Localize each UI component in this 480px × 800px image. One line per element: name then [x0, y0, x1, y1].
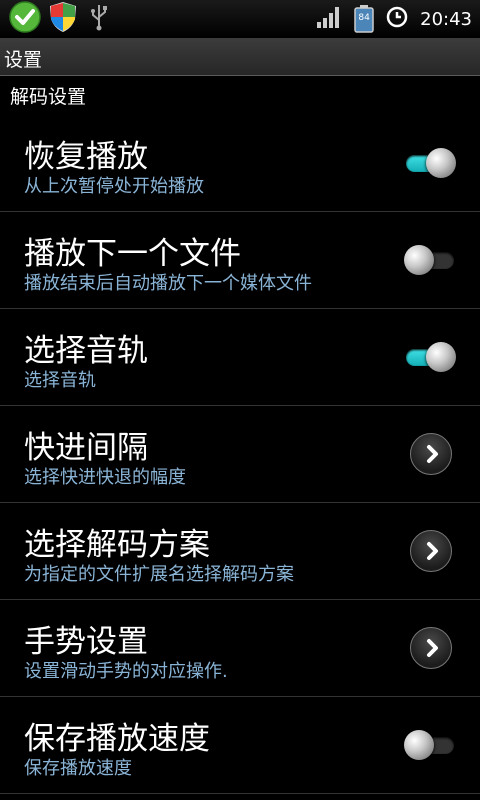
- preference-summary: 设置滑动手势的对应操作.: [24, 661, 228, 682]
- preference-item[interactable]: 恢复播放 从上次暂停处开始播放: [0, 115, 480, 212]
- preference-title: 手势设置: [24, 624, 148, 660]
- system-icons: 84 20:43: [316, 2, 472, 36]
- title-bar: 设置: [0, 38, 480, 76]
- chevron-right-icon[interactable]: [410, 627, 452, 669]
- status-time: 20:43: [420, 8, 472, 30]
- toggle-switch[interactable]: [404, 148, 456, 178]
- preference-item[interactable]: 保存播放速度 保存播放速度: [0, 697, 480, 794]
- preference-item[interactable]: 选择解码方案 为指定的文件扩展名选择解码方案: [0, 503, 480, 600]
- check-circle-icon: [8, 0, 42, 38]
- toggle-knob: [404, 730, 434, 760]
- clock-icon: [386, 6, 408, 32]
- preference-item[interactable]: 播放下一个文件 播放结束后自动播放下一个媒体文件: [0, 212, 480, 309]
- toggle-knob: [404, 245, 434, 275]
- preference-item[interactable]: 快进间隔 选择快进快退的幅度: [0, 406, 480, 503]
- notification-icons: [8, 0, 114, 38]
- preference-item[interactable]: 选择音轨 选择音轨: [0, 309, 480, 406]
- status-bar: 84 20:43: [0, 0, 480, 38]
- page-title: 设置: [4, 49, 43, 71]
- preference-summary: 保存播放速度: [24, 758, 132, 779]
- battery-icon: 84: [354, 5, 374, 33]
- preference-list: 恢复播放 从上次暂停处开始播放 播放下一个文件 播放结束后自动播放下一个媒体文件 选择音…: [0, 115, 480, 794]
- category-header: 解码设置: [10, 86, 87, 108]
- chevron-right-icon[interactable]: [410, 530, 452, 572]
- preference-summary: 选择快进快退的幅度: [24, 467, 186, 488]
- toggle-knob: [426, 342, 456, 372]
- preference-title: 快进间隔: [24, 430, 148, 466]
- preference-title: 选择解码方案: [24, 527, 210, 563]
- toggle-switch[interactable]: [404, 245, 456, 275]
- battery-level: 84: [358, 13, 370, 23]
- preference-title: 保存播放速度: [24, 721, 210, 757]
- preference-summary: 为指定的文件扩展名选择解码方案: [24, 564, 294, 585]
- signal-icon: [316, 6, 342, 32]
- toggle-knob: [426, 148, 456, 178]
- usb-icon: [84, 2, 114, 36]
- preference-summary: 播放结束后自动播放下一个媒体文件: [24, 273, 312, 294]
- shield-icon: [48, 0, 78, 38]
- toggle-switch[interactable]: [404, 342, 456, 372]
- preference-item[interactable]: 手势设置 设置滑动手势的对应操作.: [0, 600, 480, 697]
- preference-title: 恢复播放: [24, 139, 148, 175]
- toggle-switch[interactable]: [404, 730, 456, 760]
- preference-summary: 选择音轨: [24, 370, 96, 391]
- preference-summary: 从上次暂停处开始播放: [24, 176, 204, 197]
- preference-title: 播放下一个文件: [24, 236, 241, 272]
- preference-title: 选择音轨: [24, 333, 148, 369]
- chevron-right-icon[interactable]: [410, 433, 452, 475]
